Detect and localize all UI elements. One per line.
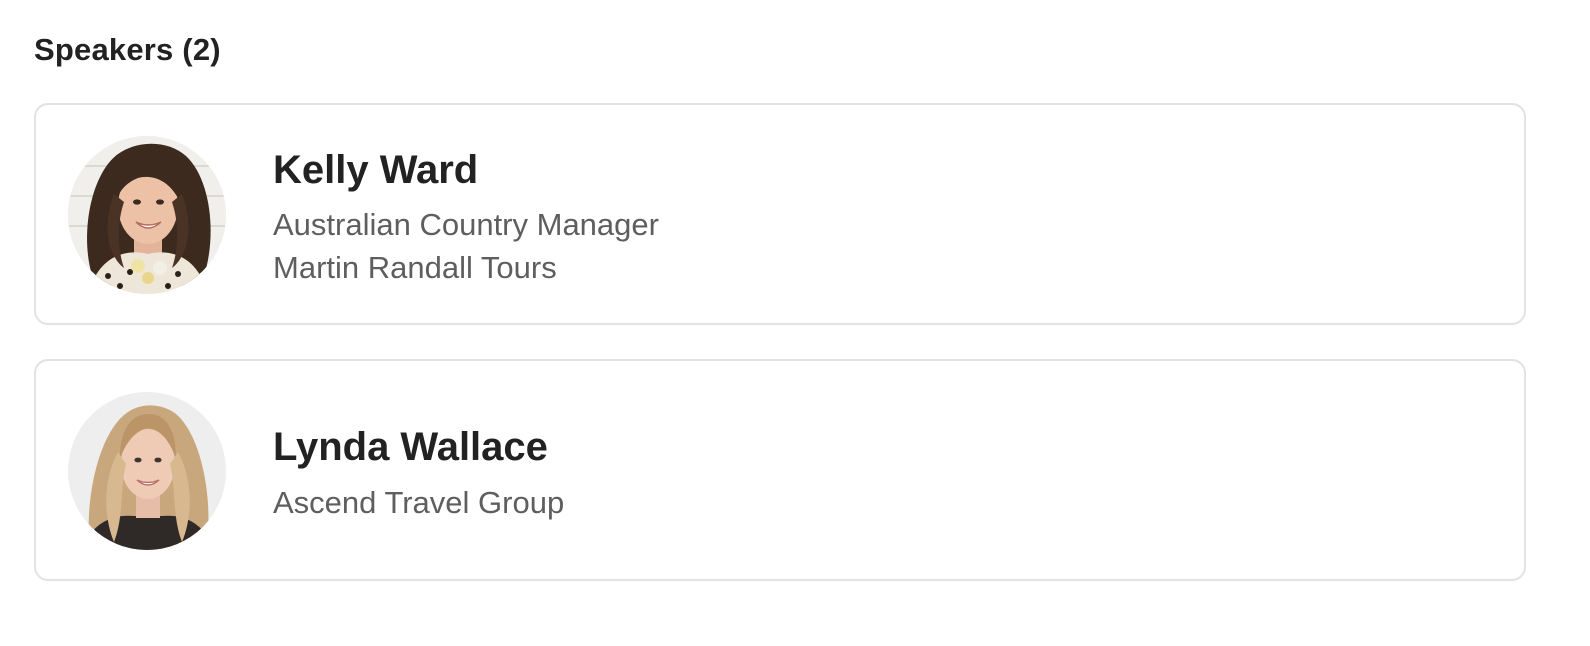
- person-photo-dark-hair-icon: [68, 136, 226, 294]
- speaker-job-title: Australian Country Manager: [273, 207, 659, 242]
- speaker-avatar: [68, 392, 226, 550]
- speakers-section: Speakers (2) Kelly Ward Australian Count…: [0, 0, 1590, 646]
- speaker-card-kelly-ward[interactable]: Kelly Ward Australian Country Manager Ma…: [34, 103, 1526, 325]
- person-photo-blonde-hair-icon: [68, 392, 226, 550]
- section-title: Speakers (2): [34, 32, 221, 67]
- speaker-name[interactable]: Lynda Wallace: [273, 423, 548, 471]
- speaker-name[interactable]: Kelly Ward: [273, 146, 478, 194]
- speaker-card-lynda-wallace[interactable]: Lynda Wallace Ascend Travel Group: [34, 359, 1526, 581]
- speaker-company: Ascend Travel Group: [273, 485, 565, 520]
- speaker-company: Martin Randall Tours: [273, 250, 557, 285]
- speaker-avatar: [68, 136, 226, 294]
